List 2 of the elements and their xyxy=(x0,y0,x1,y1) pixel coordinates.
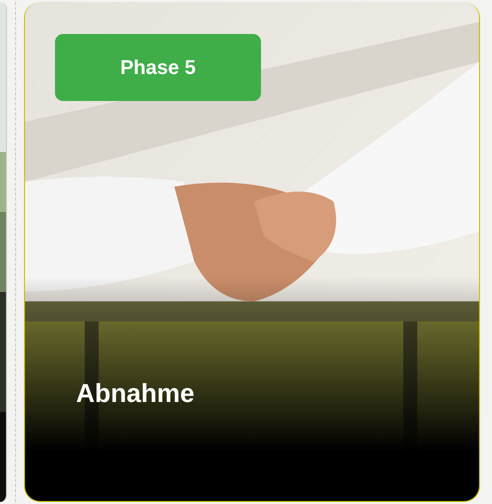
phase-badge: Phase 5 xyxy=(55,34,261,101)
card-title: Abnahme xyxy=(76,377,194,410)
